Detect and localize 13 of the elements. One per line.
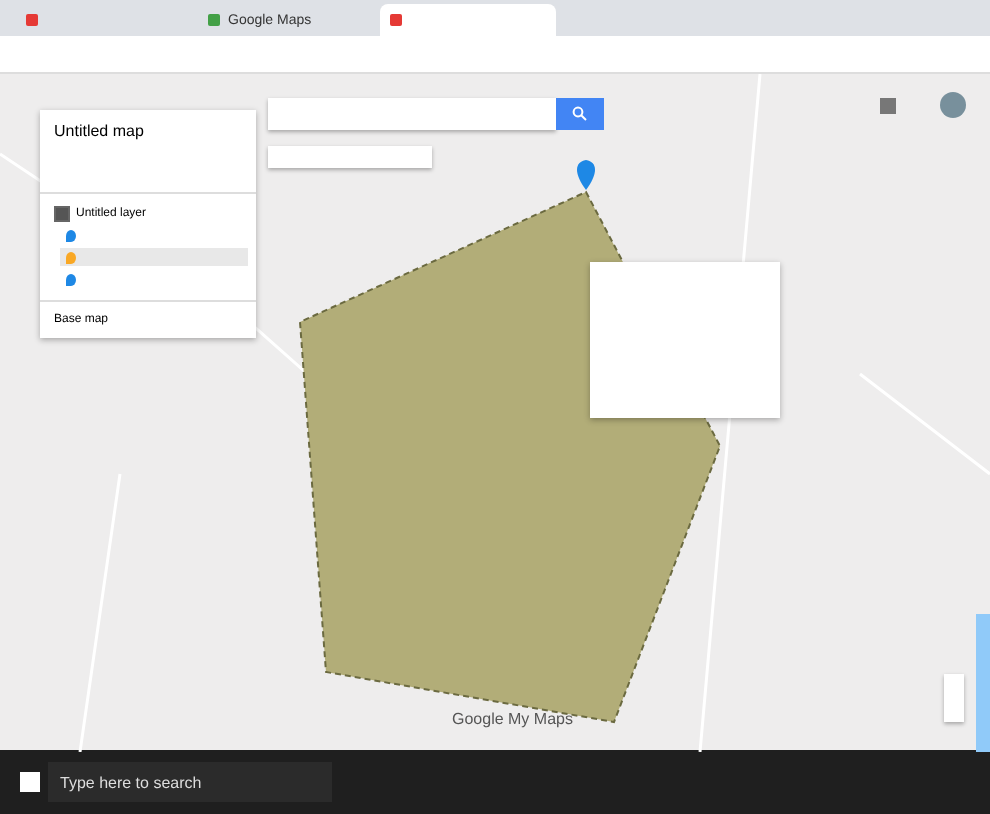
river bbox=[976, 614, 990, 752]
taskbar-search-field[interactable]: Type here to search bbox=[48, 762, 332, 802]
checkbox[interactable] bbox=[54, 206, 70, 222]
polygon-shape[interactable] bbox=[298, 190, 722, 724]
map-pin-icon[interactable] bbox=[577, 160, 595, 190]
search-icon bbox=[572, 106, 588, 122]
feature-item[interactable] bbox=[60, 248, 248, 266]
map-title[interactable]: Untitled map bbox=[40, 122, 256, 180]
avatar-icon[interactable] bbox=[940, 92, 966, 118]
map-logo: Google My Maps bbox=[452, 710, 573, 728]
search-button[interactable] bbox=[556, 98, 604, 130]
search-field[interactable] bbox=[268, 98, 556, 130]
browser-tab[interactable] bbox=[380, 4, 556, 36]
